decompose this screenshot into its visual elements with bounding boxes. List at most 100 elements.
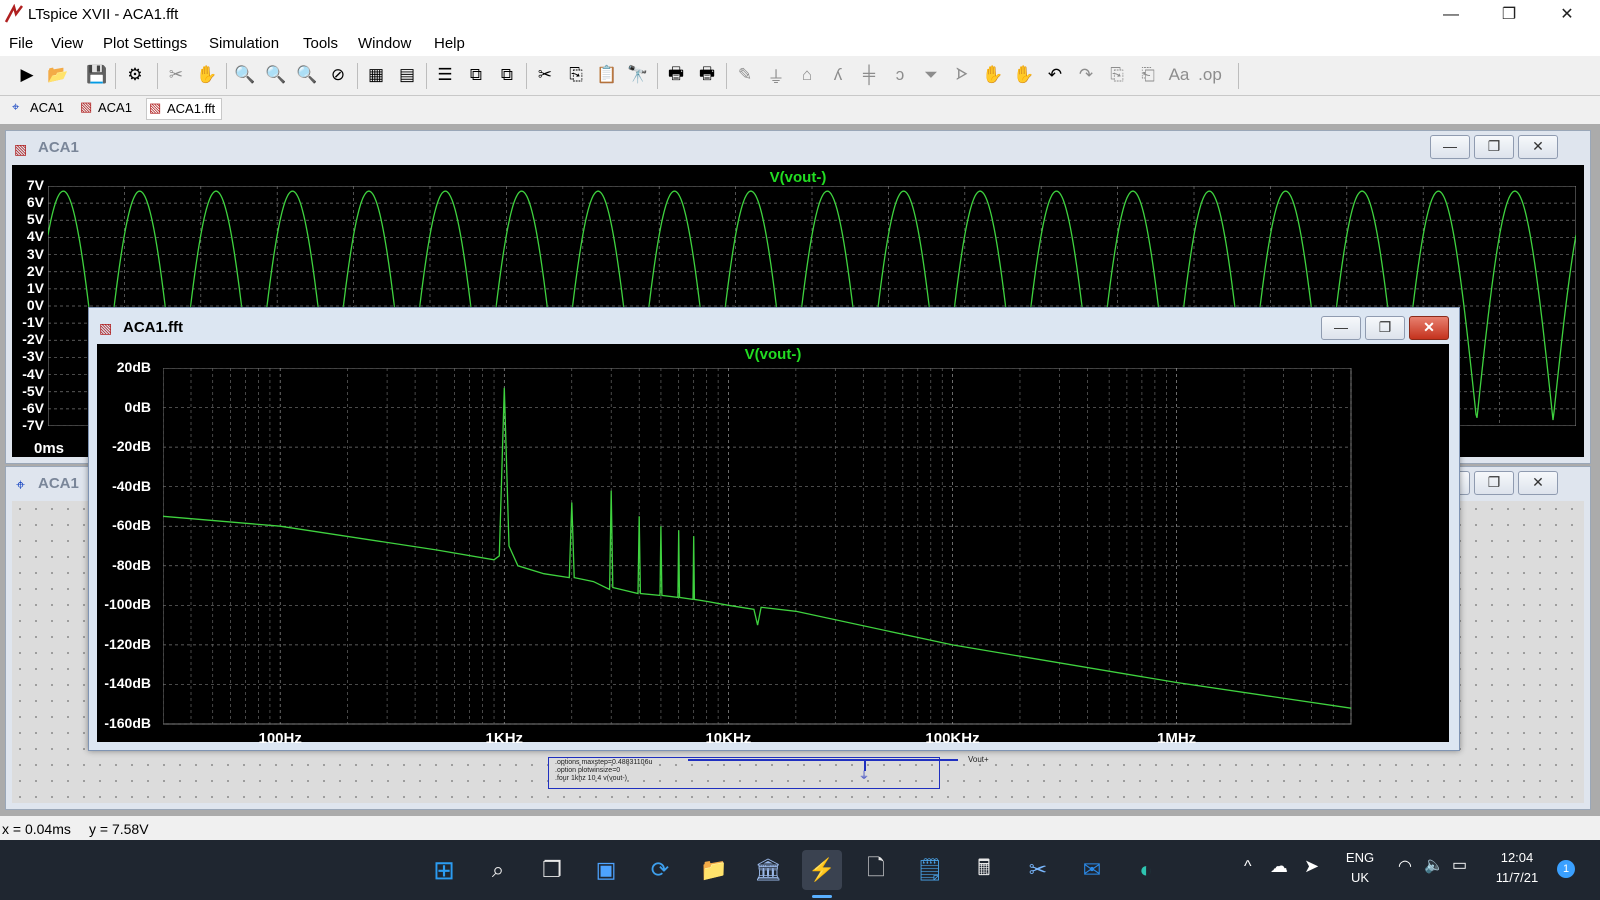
battery-icon[interactable]: ▭ <box>1452 855 1467 875</box>
mirror-icon[interactable]: ⎗ <box>1136 63 1160 87</box>
tab-label: ACA1 <box>30 100 64 115</box>
menu-help[interactable]: Help <box>434 35 465 52</box>
menu-view[interactable]: View <box>51 35 83 52</box>
volume-icon[interactable]: 🔈 <box>1424 855 1444 875</box>
capacitor-icon[interactable]: ╪ <box>857 63 881 87</box>
edge-sync-icon[interactable]: ⟳ <box>640 850 680 890</box>
mail-icon[interactable]: ✉ <box>1072 850 1112 890</box>
cut-icon[interactable]: ✂ <box>533 63 557 87</box>
bank-icon[interactable]: 🏛 <box>748 850 788 890</box>
fft-window-maximize-button[interactable]: ❐ <box>1365 316 1405 340</box>
autorange-icon[interactable]: ▦ <box>364 63 388 87</box>
zoom-cancel-icon[interactable]: ⊘ <box>326 63 350 87</box>
task-view-icon[interactable]: ❐ <box>532 850 572 890</box>
halt-icon[interactable]: ✂ <box>164 63 188 87</box>
wire <box>688 759 958 761</box>
notes-icon[interactable]: 🗒 <box>910 850 950 890</box>
paste-icon[interactable]: 📋 <box>595 63 619 87</box>
tile-horizontal-icon[interactable]: ☰ <box>433 63 457 87</box>
diode-icon[interactable]: ⏷ <box>919 63 943 87</box>
run-icon[interactable]: ▶ <box>15 63 39 87</box>
resistor-icon[interactable]: ʎ <box>826 63 850 87</box>
time-window-close-button[interactable]: ✕ <box>1518 135 1558 159</box>
menu-file[interactable]: File <box>9 35 33 52</box>
mdi-workspace: ▧ ACA1 — ❐ ✕ V(vout-) 7V 6V 5V 4V 3V 2V 1V 0V -1… <box>0 124 1600 816</box>
zoom-out-icon[interactable]: 🔍 <box>264 63 288 87</box>
inductor-icon[interactable]: ↄ <box>888 63 912 87</box>
menu-simulation[interactable]: Simulation <box>209 35 279 52</box>
ltspice-icon[interactable]: ⚡ <box>802 850 842 890</box>
zoom-full-icon[interactable]: 🔍 <box>295 63 319 87</box>
fft-trace-line <box>163 387 1352 709</box>
component-icon[interactable]: ᗌ <box>950 63 974 87</box>
tab-fft[interactable]: ▧ ACA1.fft <box>146 98 223 120</box>
windows-start-icon[interactable]: ⊞ <box>424 850 464 890</box>
calculator-icon[interactable]: 🖩 <box>964 850 1004 890</box>
waveform-icon: ▧ <box>14 141 28 157</box>
text-icon[interactable]: Aa <box>1167 63 1191 87</box>
print-setup-icon[interactable]: 🖶 <box>695 63 719 87</box>
close-button[interactable]: ✕ <box>1538 0 1596 30</box>
time-y-tick-label: 5V <box>26 211 44 228</box>
schematic-window-maximize-button[interactable]: ❐ <box>1474 471 1514 495</box>
onedrive-icon[interactable]: ☁ <box>1270 856 1288 877</box>
rotate-icon[interactable]: ⎘ <box>1105 63 1129 87</box>
grid-icon[interactable]: ▤ <box>395 63 419 87</box>
tab-schematic[interactable]: ⌖ ACA1 <box>10 98 64 118</box>
menu-tools[interactable]: Tools <box>303 35 338 52</box>
fft-icon: ▧ <box>149 100 162 115</box>
cascade-icon[interactable]: ⧉ <box>495 63 519 87</box>
undo-icon[interactable]: ↶ <box>1043 63 1067 87</box>
zoom-in-icon[interactable]: 🔍 <box>233 63 257 87</box>
notification-badge[interactable]: 1 <box>1557 860 1575 878</box>
minimize-button[interactable]: — <box>1422 0 1480 30</box>
spice-directive-box[interactable]: .options maxstep=0.48831106u .option plo… <box>548 757 940 789</box>
wifi-icon[interactable]: ◠ <box>1398 856 1412 876</box>
spice-directive-icon[interactable]: .op <box>1198 63 1222 87</box>
menu-window[interactable]: Window <box>358 35 411 52</box>
label-icon[interactable]: ⌂ <box>795 63 819 87</box>
language-indicator-bottom[interactable]: UK <box>1340 870 1380 885</box>
notepad-icon[interactable]: 🗋 <box>856 850 896 890</box>
drag-icon[interactable]: ✋ <box>1012 63 1036 87</box>
fft-plot-window[interactable]: ▧ ACA1.fft — ❐ ✕ V(vout-) 20dB 0dB -20dB -4… <box>88 307 1460 751</box>
fft-window-minimize-button[interactable]: — <box>1321 316 1361 340</box>
net-label: Vout+ <box>968 755 989 764</box>
menu-plot-settings[interactable]: Plot Settings <box>103 35 187 52</box>
location-icon[interactable]: ➤ <box>1304 856 1319 877</box>
file-explorer-icon[interactable]: 📁 <box>694 850 734 890</box>
time-window-minimize-button[interactable]: — <box>1430 135 1470 159</box>
snipping-tool-icon[interactable]: ✂ <box>1018 850 1058 890</box>
print-icon[interactable]: 🖶 <box>664 63 688 87</box>
control-panel-icon[interactable]: ⚙ <box>123 63 147 87</box>
tab-label: ACA1.fft <box>167 101 216 116</box>
find-icon[interactable]: 🔭 <box>626 63 650 87</box>
tab-waveform[interactable]: ▧ ACA1 <box>78 98 132 118</box>
copy-icon[interactable]: ⎘ <box>564 63 588 87</box>
tile-vertical-icon[interactable]: ⧉ <box>464 63 488 87</box>
fft-x-tick-label: 1MHz <box>1157 730 1197 747</box>
document-tabs: ⌖ ACA1 ▧ ACA1 ▧ ACA1.fft <box>0 96 1600 122</box>
clock-time[interactable]: 12:04 <box>1490 850 1544 865</box>
plot-frame <box>163 368 1352 725</box>
edge-icon[interactable]: ◐ <box>1126 850 1166 890</box>
pan-icon[interactable]: ✋ <box>195 63 219 87</box>
time-window-maximize-button[interactable]: ❐ <box>1474 135 1514 159</box>
open-icon[interactable]: 📂 <box>46 63 70 87</box>
widgets-icon[interactable]: ▣ <box>586 850 626 890</box>
wire-icon[interactable]: ✎ <box>733 63 757 87</box>
ground-icon[interactable]: ⏚ <box>764 63 788 87</box>
move-icon[interactable]: ✋ <box>981 63 1005 87</box>
search-icon[interactable]: ⌕ <box>478 850 518 890</box>
fft-plot-area[interactable]: V(vout-) 20dB 0dB -20dB -40dB -60dB -80dB -100… <box>97 344 1449 747</box>
save-icon[interactable]: 💾 <box>85 63 109 87</box>
schematic-window-close-button[interactable]: ✕ <box>1518 471 1558 495</box>
time-y-tick-label: -1V <box>22 314 44 331</box>
tray-overflow-icon[interactable]: ^ <box>1244 858 1252 876</box>
redo-icon[interactable]: ↷ <box>1074 63 1098 87</box>
clock-date[interactable]: 11/7/21 <box>1490 870 1544 885</box>
time-y-tick-label: 6V <box>26 194 44 211</box>
language-indicator-top[interactable]: ENG <box>1340 850 1380 865</box>
maximize-button[interactable]: ❐ <box>1480 0 1538 30</box>
fft-window-close-button[interactable]: ✕ <box>1409 316 1449 340</box>
